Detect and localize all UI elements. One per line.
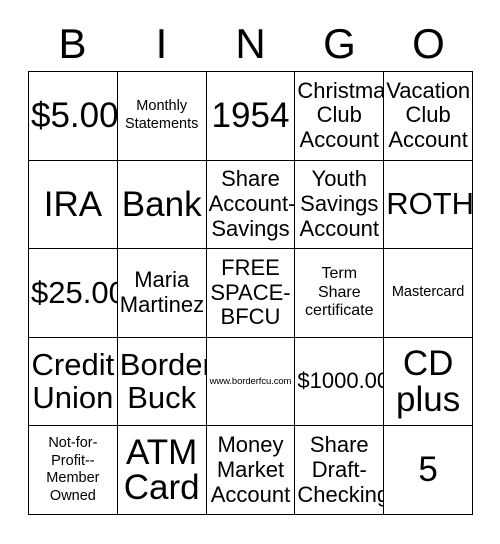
bingo-header-letter-g: G	[323, 19, 356, 67]
bingo-cell[interactable]: Youth Savings Account	[295, 160, 385, 250]
bingo-cell[interactable]: FREE SPACE- BFCU	[206, 249, 296, 338]
bingo-cell-label: 1954	[211, 95, 290, 135]
bingo-cell-label: $1000.00	[297, 368, 385, 394]
bingo-cell-label: Youth Savings Account	[299, 166, 380, 241]
bingo-header-letter-o: O	[412, 19, 445, 67]
bingo-cell[interactable]: 5	[384, 426, 473, 515]
bingo-cell[interactable]: Mastercard	[384, 249, 473, 338]
bingo-cell-label: FREE SPACE- BFCU	[210, 255, 291, 330]
bingo-cell[interactable]: Christmas Club Account	[295, 72, 385, 161]
bingo-card: B I N G O $5.00 Monthly Statements 1954 Chr…	[0, 0, 500, 544]
bingo-cell-label: Mastercard	[391, 284, 465, 301]
bingo-cell-label: Term Share certificate	[305, 264, 374, 320]
bingo-cell-label: CD plus	[395, 343, 461, 419]
bingo-cell[interactable]: CD plus	[384, 337, 473, 427]
bingo-cell[interactable]: $1000.00	[295, 337, 385, 427]
bingo-cell-label: www.borderfcu.com	[209, 375, 292, 387]
bingo-cell-label: ATM Card	[123, 432, 200, 508]
bingo-cell-label: Christmas Club Account	[297, 77, 385, 153]
bingo-header-row: B I N G O	[28, 16, 473, 71]
bingo-cell[interactable]: Credit Union	[29, 337, 118, 427]
bingo-cell-label: Vacation Club Account	[386, 77, 471, 153]
bingo-cell-label: Monthly Statements	[125, 98, 199, 132]
bingo-cell-label: ROTH	[386, 186, 473, 222]
bingo-cell[interactable]: Border Buck	[117, 337, 207, 427]
bingo-cell[interactable]: Share Account- Savings	[206, 160, 296, 250]
bingo-cell-label: Share Draft- Checking	[297, 432, 385, 507]
bingo-cell[interactable]: Not-for- Profit-- Member Owned	[29, 426, 118, 515]
bingo-cell[interactable]: $25.00	[29, 249, 118, 338]
bingo-cell-label: Bank	[121, 184, 202, 224]
bingo-cell[interactable]: Bank	[117, 160, 207, 250]
bingo-cell[interactable]: Maria Martinez	[117, 249, 207, 338]
bingo-cell[interactable]: IRA	[29, 160, 118, 250]
bingo-cell[interactable]: ROTH	[384, 160, 473, 250]
bingo-cell-label: IRA	[43, 184, 103, 224]
bingo-cell-label: Maria Martinez	[119, 267, 205, 317]
bingo-cell[interactable]: Money Market Account	[206, 426, 296, 515]
bingo-cell-label: Credit Union	[31, 347, 115, 415]
bingo-cell[interactable]: 1954	[206, 72, 296, 161]
bingo-cell-label: Share Account- Savings	[208, 166, 296, 241]
bingo-cell-label: Not-for- Profit-- Member Owned	[46, 435, 100, 504]
bingo-header-letter-n: N	[235, 19, 266, 67]
bingo-cell[interactable]: Term Share certificate	[295, 249, 385, 338]
bingo-cell[interactable]: Vacation Club Account	[384, 72, 473, 161]
bingo-cell-label: 5	[418, 450, 438, 490]
bingo-cell[interactable]: www.borderfcu.com	[206, 337, 296, 427]
bingo-cell-label: $25.00	[31, 274, 118, 310]
bingo-header-letter-b: B	[58, 19, 87, 67]
bingo-header-letter-i: I	[155, 19, 168, 67]
bingo-cell-label: Border Buck	[119, 347, 207, 415]
bingo-grid: $5.00Monthly Statements 1954Christmas Clu…	[28, 71, 473, 515]
bingo-cell-label: Money Market Account	[210, 432, 291, 507]
bingo-cell[interactable]: ATM Card	[117, 426, 207, 515]
bingo-cell[interactable]: Share Draft- Checking	[295, 426, 385, 515]
bingo-cell[interactable]: Monthly Statements	[117, 72, 207, 161]
bingo-cell[interactable]: $5.00	[29, 72, 118, 161]
bingo-cell-label: $5.00	[31, 95, 118, 135]
